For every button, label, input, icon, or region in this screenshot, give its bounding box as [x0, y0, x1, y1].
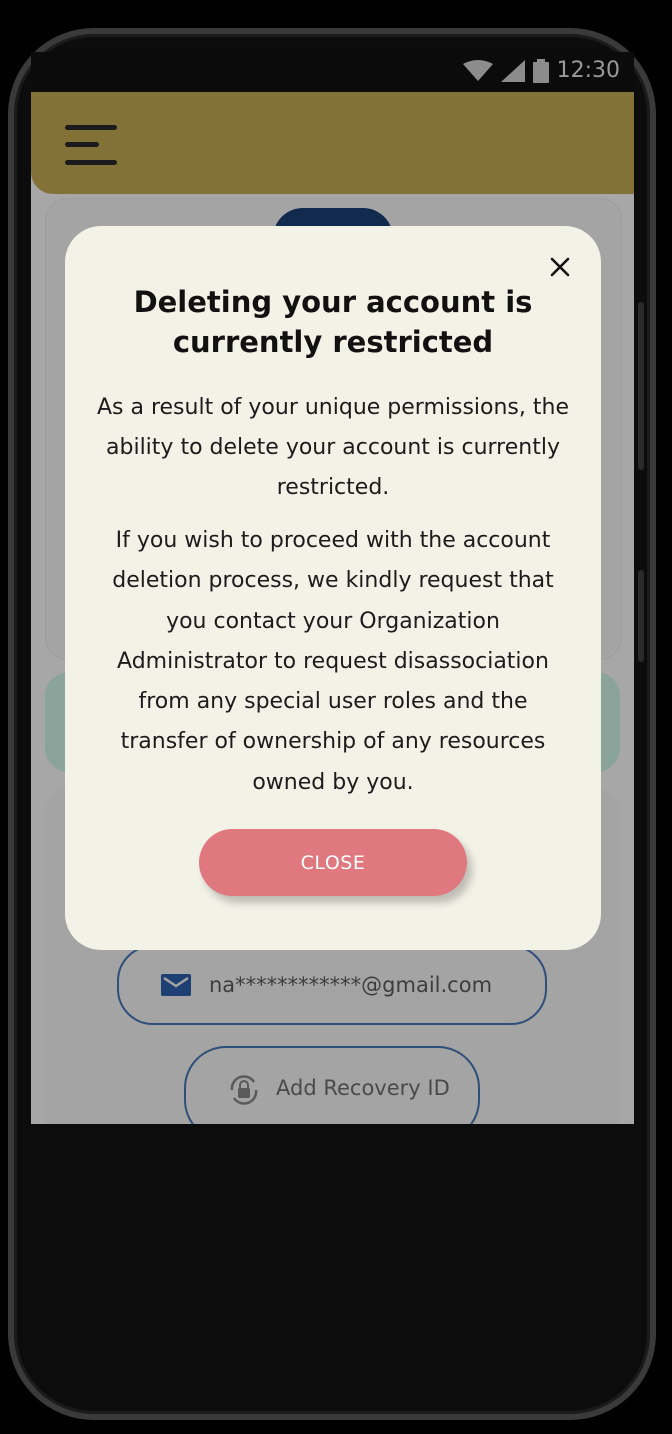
- status-bar: 12:30: [31, 52, 634, 92]
- lock-refresh-icon: [230, 1075, 258, 1105]
- volume-button: [638, 302, 644, 470]
- hamburger-menu-icon[interactable]: [65, 125, 119, 169]
- close-icon[interactable]: [549, 256, 571, 278]
- signal-icon: [500, 59, 525, 82]
- app-screen: 12:30 na************@gmail.com Add Recov…: [31, 52, 634, 1124]
- close-button[interactable]: CLOSE: [199, 829, 467, 896]
- restriction-dialog: Deleting your account is currently restr…: [65, 226, 601, 950]
- wifi-icon: [462, 59, 493, 81]
- email-field[interactable]: na************@gmail.com: [117, 945, 547, 1025]
- recovery-button-label: Add Recovery ID: [276, 1076, 450, 1100]
- dialog-message-1: As a result of your unique permissions, …: [96, 395, 569, 500]
- power-button: [638, 570, 644, 662]
- battery-icon: [532, 58, 549, 83]
- app-bar: [31, 92, 634, 194]
- status-time: 12:30: [556, 58, 620, 83]
- status-icons: 12:30: [462, 58, 620, 83]
- add-recovery-id-button[interactable]: Add Recovery ID: [184, 1046, 480, 1124]
- email-value: na************@gmail.com: [209, 973, 493, 997]
- dialog-title: Deleting your account is currently restr…: [133, 285, 533, 359]
- mail-icon: [161, 974, 191, 996]
- dialog-message-2: If you wish to proceed with the account …: [112, 528, 554, 795]
